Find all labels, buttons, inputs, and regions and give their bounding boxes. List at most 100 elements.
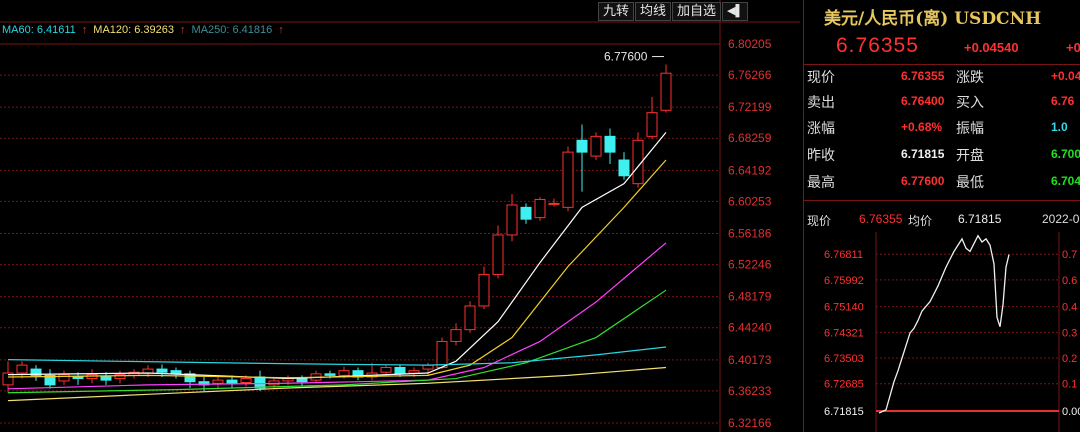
price-tick-label: 6.36233: [728, 384, 772, 398]
candle-body: [338, 370, 350, 376]
candle-body: [646, 112, 658, 137]
candle-body: [520, 206, 532, 220]
price-tick-label: 6.48179: [728, 290, 772, 304]
candle-body: [324, 373, 336, 376]
price-tick-label: 6.68259: [728, 131, 772, 145]
label-current-price: 现价: [807, 70, 835, 86]
instrument-title: 美元/人民币(离) USDCNH: [824, 9, 1042, 29]
value-avg-price: 6.71815: [958, 212, 1002, 226]
candle-body: [254, 376, 266, 389]
value-low: 6.704: [1051, 174, 1080, 188]
candle-body: [156, 368, 168, 373]
ma-legend: MA60: 6.41611 ↑ MA120: 6.39263 ↑ MA250: 6.41…: [2, 24, 290, 36]
value-ask: 6.76400: [901, 94, 945, 108]
collapse-panel-icon[interactable]: ◀▌: [722, 2, 749, 21]
candle-body: [548, 202, 560, 205]
ma60-up-arrow-icon: ↑: [81, 24, 88, 36]
ma120-label: MA120: 6.39263: [93, 24, 175, 36]
candle-body: [170, 370, 182, 375]
price-tick-label: 6.44240: [728, 321, 772, 335]
candle-body: [562, 151, 574, 208]
candle-body: [534, 198, 546, 219]
value-mini-current: 6.76355: [859, 212, 903, 226]
ma60-line: [7, 346, 667, 366]
candle-body: [296, 378, 308, 383]
add-watchlist-button[interactable]: 加自选: [672, 2, 722, 21]
quote-row: 昨收 6.71815 开盘 6.700: [804, 145, 1080, 169]
mini-price-label: 6.76811: [824, 249, 863, 261]
candle-body: [478, 273, 490, 307]
nine-turn-button[interactable]: 九转: [598, 2, 635, 21]
candle-body: [618, 159, 630, 177]
mini-price-label: 6.75140: [824, 302, 864, 314]
candle-body: [492, 234, 504, 275]
label-open: 开盘: [956, 148, 984, 164]
moving-average-button[interactable]: 均线: [635, 2, 672, 21]
candle-body: [604, 135, 616, 153]
candle-body: [16, 364, 28, 374]
intraday-chart[interactable]: 6.76811 0.7 6.75992 0.6 6.75140 0.4 6.74321 0.3…: [804, 232, 1080, 432]
quote-panel: 美元/人民币(离) USDCNH 6.76355 +0.04540 +0.68 …: [803, 0, 1080, 432]
divider: [804, 64, 1080, 65]
price-tick-label: 6.40173: [728, 353, 772, 367]
price-tick-label: 6.64192: [728, 163, 772, 177]
value-open: 6.700: [1051, 147, 1080, 161]
candle-body: [506, 204, 518, 236]
mini-price-label: 6.75992: [824, 275, 864, 287]
price-tick-label: 6.80205: [728, 37, 772, 51]
price-tick-label: 6.72199: [728, 100, 772, 114]
last-price: 6.76355: [836, 34, 919, 57]
label-prev-close: 昨收: [807, 148, 835, 164]
price-change: +0.04540: [964, 40, 1019, 55]
price-change-pct: +0.68: [1066, 40, 1080, 55]
high-price-marker: 6.77600: [604, 50, 648, 64]
ma120-up-arrow-icon: ↑: [180, 24, 186, 36]
candle-body: [72, 376, 84, 380]
mini-price-label: 6.71815: [824, 406, 864, 418]
chart-toolbar: 九转 均线 加自选 ◀▌: [598, 2, 749, 21]
mini-pct-label: 0.3: [1062, 327, 1077, 339]
candle-body: [58, 374, 70, 382]
candle-body: [394, 367, 406, 375]
intraday-price-line: [878, 234, 1010, 414]
mini-pct-label: 0.1: [1062, 379, 1077, 391]
price-tick-label: 6.76266: [728, 68, 772, 82]
ma250-up-arrow-icon: ↑: [278, 24, 284, 36]
label-high: 最高: [807, 175, 835, 191]
mini-pct-label: 0.7: [1062, 249, 1077, 261]
mini-price-label: 6.73503: [824, 353, 864, 365]
ma120-line: [7, 366, 667, 402]
value-high: 6.77600: [901, 174, 945, 188]
candle-body: [226, 379, 238, 384]
divider: [804, 200, 1080, 201]
price-tick-label: 6.32166: [728, 416, 772, 430]
ma60-label: MA60: 6.41611: [2, 24, 76, 36]
label-bid: 买入: [956, 95, 984, 111]
kline-chart[interactable]: 6.80205 6.76266 6.72199 6.68259 6.64192 6.602…: [0, 0, 800, 432]
candle-body: [660, 72, 672, 111]
label-ask: 卖出: [807, 95, 835, 111]
candle-body: [436, 340, 448, 369]
quote-row: 最高 6.77600 最低 6.704: [804, 172, 1080, 196]
quote-row: 涨幅 +0.68% 振幅 1.0: [804, 118, 1080, 142]
label-change: 涨跌: [956, 70, 984, 86]
quote-row: 卖出 6.76400 买入 6.76: [804, 92, 1080, 116]
value-bid: 6.76: [1051, 94, 1075, 108]
label-amplitude: 振幅: [956, 121, 984, 137]
value-amplitude: 1.0: [1051, 120, 1068, 134]
candle-body: [100, 376, 112, 381]
value-current-price: 6.76355: [901, 69, 945, 83]
label-mini-current: 现价: [807, 214, 832, 228]
candle-body: [450, 329, 462, 342]
mini-pct-label: 0.4: [1062, 302, 1077, 314]
value-change: +0.045: [1051, 69, 1080, 83]
price-tick-label: 6.52246: [728, 258, 772, 272]
price-tick-label: 6.56186: [728, 226, 772, 240]
kline-chart-panel[interactable]: 6.80205 6.76266 6.72199 6.68259 6.64192 6.602…: [0, 0, 800, 432]
candle-body: [380, 367, 392, 373]
price-tick-label: 6.60253: [728, 194, 772, 208]
mini-pct-label: 0.00: [1062, 406, 1080, 418]
value-prev-close: 6.71815: [901, 147, 945, 161]
ma250-label: MA250: 6.41816: [191, 24, 273, 36]
chart-date: 2022-0: [1042, 212, 1080, 226]
